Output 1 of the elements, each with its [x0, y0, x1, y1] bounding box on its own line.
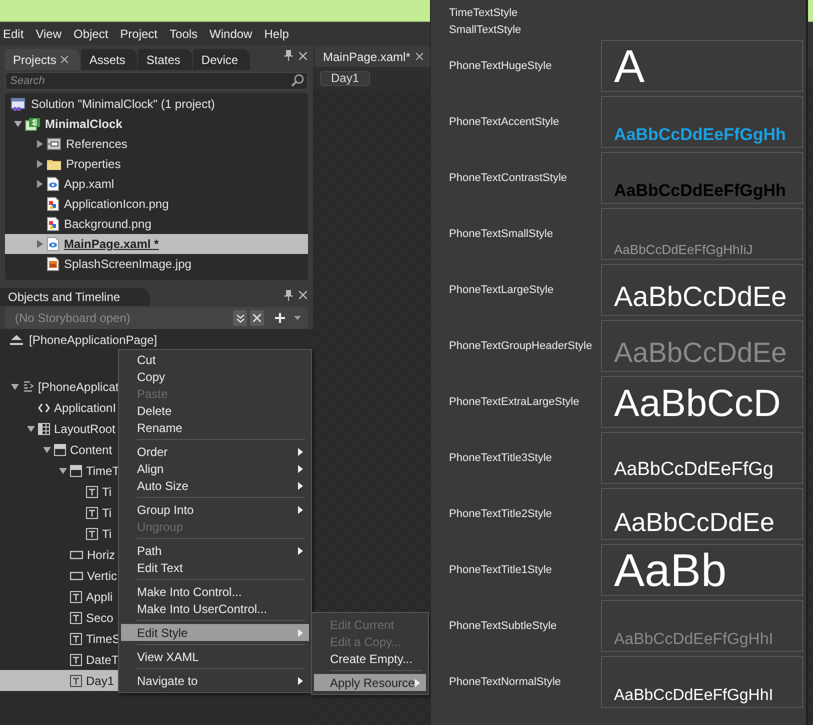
panel-title: Objects and Timeline [0, 288, 150, 306]
